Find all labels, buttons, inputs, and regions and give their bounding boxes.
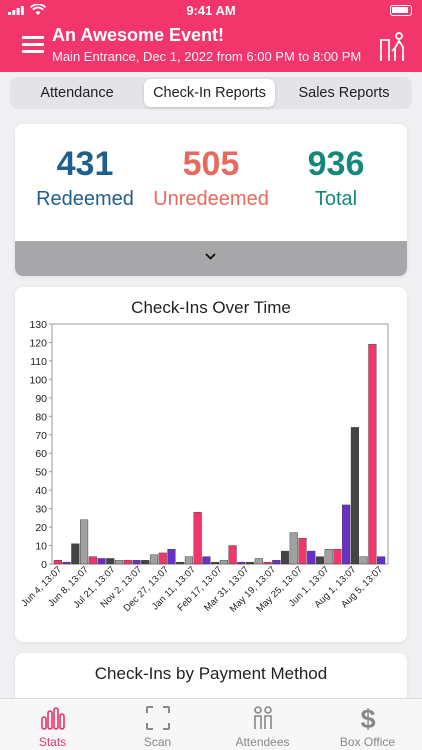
tab-stats-label: Stats [38,735,67,749]
chart-bar [254,558,263,565]
chart-bar [246,561,255,565]
chart-bar [62,561,71,565]
chart-bar [342,504,351,565]
chart-bar [123,560,132,565]
chart-bar [97,558,106,565]
chart-bar [88,556,97,565]
chart-bar [377,556,386,565]
event-title: An Awesome Event! [52,25,225,45]
chart-bar [368,344,377,565]
chart-bar [132,560,141,565]
redeemed-label: Redeemed [36,188,134,210]
y-tick-label: 90 [35,393,47,405]
y-tick-label: 0 [41,559,47,571]
tab-scan-label: Scan [143,735,172,749]
chart-bar [114,560,124,565]
y-tick-label: 20 [35,522,47,534]
chart-bar [307,550,316,565]
unredeemed-label: Unredeemed [153,188,269,210]
bottom-tab-bar: Stats Scan Attendees $ Box Office [0,698,422,750]
y-tick-label: 50 [35,467,47,479]
event-subtitle: Main Entrance, Dec 1, 2022 from 6:00 PM … [52,49,362,64]
unredeemed-stat: 505 Unredeemed [146,144,276,211]
y-tick-label: 130 [29,319,47,331]
chart-bar [263,561,272,565]
total-stat: 936 Total [271,144,401,211]
checkins-chart: 0102030405060708090100110120130Jun 4, 13… [19,319,389,615]
redeemed-stat: 431 Redeemed [20,144,150,211]
chart-bar [184,556,193,565]
battery-icon [390,5,412,16]
dollar-icon: $ [360,705,375,731]
chart-bar [333,549,342,565]
svg-text:$: $ [360,705,375,731]
plot-frame [51,323,389,565]
tab-check-in-reports[interactable]: Check-In Reports [144,79,275,107]
chart-bar [237,561,246,565]
tab-stats[interactable]: Stats [0,699,105,750]
checkin-person-icon[interactable] [378,32,406,62]
chart-bar [202,556,211,565]
total-value: 936 [307,145,365,183]
stats-icon [41,707,65,730]
report-segmented-control: Attendance Check-In Reports Sales Report… [10,77,412,109]
chart-bar [80,519,89,565]
menu-button[interactable] [22,36,44,54]
chart-bar [149,554,159,565]
chart-bar [141,560,150,565]
payment-chart-title: Check-Ins by Payment Method [94,664,328,683]
chart-title: Check-Ins Over Time [131,298,291,317]
y-tick-label: 10 [35,541,47,553]
tab-sales-reports[interactable]: Sales Reports [278,79,410,107]
app-header: 9:41 AM An Awesome Event! Main Entrance,… [0,0,422,72]
y-tick-label: 100 [29,374,47,386]
checkins-over-time-card: Check-Ins Over Time 0 10 20 30 40 50 60 70 80 90 1… [15,287,407,642]
tab-box-office-label: Box Office [339,735,396,749]
chart-bar [280,550,290,565]
y-tick-label: 60 [35,448,47,460]
chart-bar [324,549,333,565]
chevron-down-icon [205,253,216,260]
chart-bar [193,512,202,565]
y-tick-label: 30 [35,504,47,516]
chart-bar [228,545,237,565]
chart-bar [298,537,307,565]
chart-bar [53,560,62,565]
tab-scan[interactable]: Scan [105,699,210,750]
unredeemed-value: 505 [182,145,240,183]
chart-bar [289,532,298,565]
tab-attendees[interactable]: Attendees [210,699,315,750]
chart-bar [167,549,176,565]
status-bar: 9:41 AM [0,0,422,20]
summary-card: 431 Redeemed 505 Unredeemed 936 Total [15,124,407,276]
chart-bar [176,561,185,565]
chart-bar [359,556,368,565]
chart-bar [350,427,359,565]
chart-bar [219,560,228,565]
chart-bar [106,558,115,565]
tab-attendance[interactable]: Attendance [12,79,142,107]
expand-summary-button[interactable] [15,241,407,276]
total-label: Total [314,188,358,210]
chart-bar [315,556,325,565]
attendees-icon [254,706,272,729]
chart-bar [272,560,281,565]
scan-icon [146,706,170,730]
y-tick-label: 70 [35,430,47,442]
chart-bar [71,543,80,565]
chart-bar [211,561,220,565]
y-tick-label: 120 [29,337,47,349]
chart-bar [158,552,167,565]
redeemed-value: 431 [56,145,114,183]
y-tick-label: 110 [30,356,47,368]
tab-box-office[interactable]: $ Box Office [315,699,420,750]
status-time: 9:41 AM [186,3,236,18]
tab-attendees-label: Attendees [235,735,290,749]
y-tick-label: 40 [35,485,47,497]
y-tick-label: 80 [35,411,47,423]
